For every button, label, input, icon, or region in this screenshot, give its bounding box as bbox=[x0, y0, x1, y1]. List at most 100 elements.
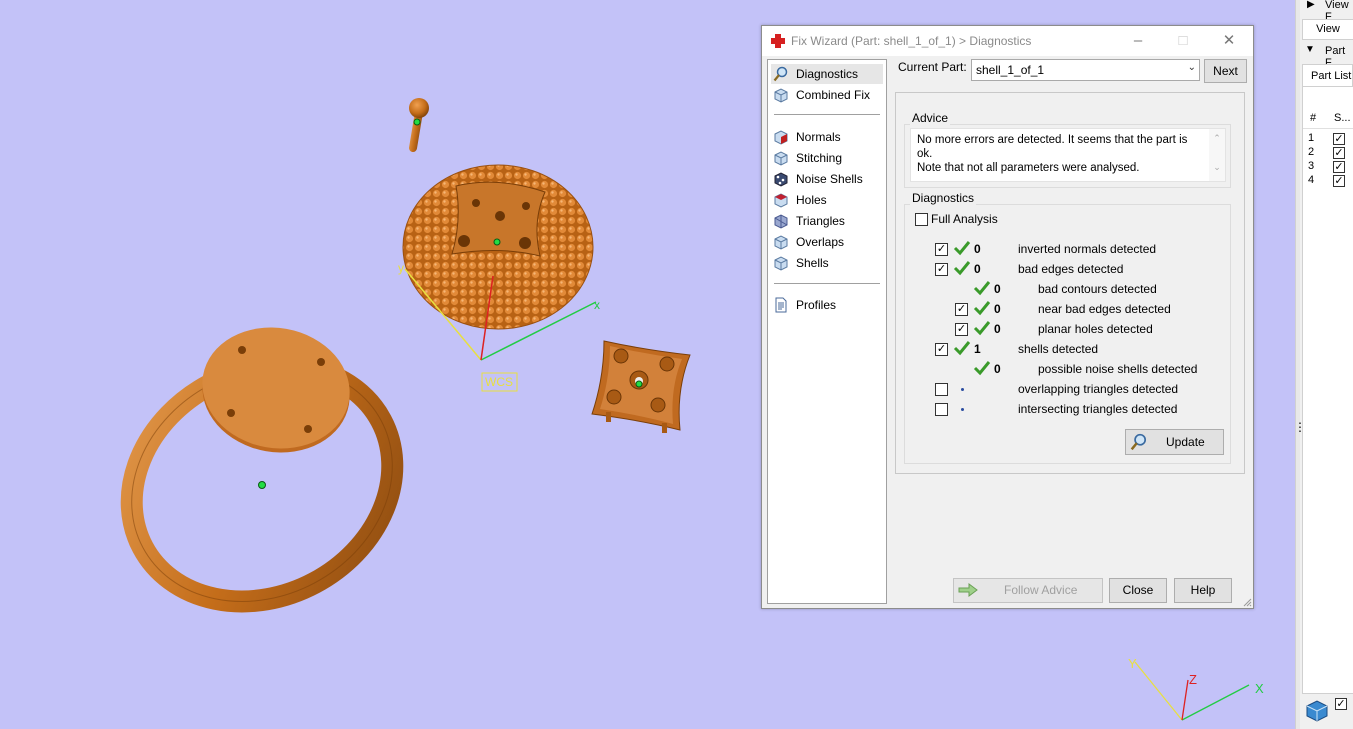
red-cross-icon bbox=[771, 34, 785, 48]
bad-contours-label: bad contours detected bbox=[1038, 282, 1157, 296]
resize-grip-icon[interactable] bbox=[1242, 597, 1252, 607]
nav-item-holes[interactable]: Holes bbox=[771, 190, 883, 210]
ring-centroid-marker bbox=[258, 481, 266, 489]
green-check-icon bbox=[973, 361, 991, 376]
inverted-normals-count: 0 bbox=[974, 242, 981, 256]
part-row-visible-checkbox[interactable]: ✓ bbox=[1333, 175, 1345, 187]
shells-count: 1 bbox=[974, 342, 981, 356]
tab-view[interactable]: View bbox=[1302, 19, 1353, 40]
inverted-normals-checkbox[interactable]: ✓ bbox=[935, 243, 948, 256]
part-list-table: # S... 1 ✓ 2 ✓ 3 ✓ 4 ✓ bbox=[1302, 86, 1353, 694]
current-part-select[interactable]: shell_1_of_1 ⌄ bbox=[971, 59, 1200, 81]
corner-y-label: Y bbox=[1128, 656, 1137, 671]
corner-x-label: X bbox=[1255, 681, 1264, 696]
shells-checkbox[interactable]: ✓ bbox=[935, 343, 948, 356]
current-part-value: shell_1_of_1 bbox=[976, 63, 1045, 77]
triangles-icon bbox=[774, 214, 788, 229]
corner-axes: X Y Z bbox=[1128, 656, 1264, 721]
pin-part[interactable] bbox=[409, 98, 429, 152]
nav-item-normals[interactable]: Normals bbox=[771, 127, 883, 147]
col-header-number[interactable]: # bbox=[1310, 112, 1316, 124]
nav-item-triangles[interactable]: Triangles bbox=[771, 211, 883, 231]
part-row-visible-checkbox[interactable]: ✓ bbox=[1333, 133, 1345, 145]
intersecting-triangles-label: intersecting triangles detected bbox=[1018, 402, 1178, 416]
part-section-header[interactable]: ▼ Part F bbox=[1303, 44, 1353, 69]
full-analysis-checkbox[interactable] bbox=[915, 213, 928, 226]
dialog-title: Fix Wizard (Part: shell_1_of_1) > Diagno… bbox=[791, 34, 1032, 48]
tab-part-list[interactable]: Part List bbox=[1302, 64, 1353, 86]
bad-edges-label: bad edges detected bbox=[1018, 262, 1124, 276]
wcs-label: WCS bbox=[485, 375, 513, 389]
advice-line-1: No more errors are detected. It seems th… bbox=[917, 134, 1188, 160]
noise-shells-icon bbox=[774, 172, 788, 187]
bad-contours-count: 0 bbox=[994, 282, 1001, 296]
pending-dot-icon bbox=[961, 408, 964, 411]
green-check-icon bbox=[973, 281, 991, 296]
overlaps-cube-icon bbox=[774, 235, 788, 250]
triangle-down-icon: ▼ bbox=[1305, 44, 1315, 55]
diagnostics-title: Diagnostics bbox=[910, 191, 977, 205]
overlapping-triangles-label: overlapping triangles detected bbox=[1018, 382, 1179, 396]
stitching-cube-icon bbox=[774, 151, 788, 166]
help-button[interactable]: Help bbox=[1174, 578, 1232, 603]
advice-textbox: No more errors are detected. It seems th… bbox=[910, 128, 1226, 182]
part-row-number: 3 bbox=[1308, 160, 1315, 172]
nav-item-noise-shells[interactable]: Noise Shells bbox=[771, 169, 883, 189]
green-check-icon bbox=[973, 301, 991, 316]
follow-advice-button[interactable]: Follow Advice bbox=[953, 578, 1103, 603]
triangle-right-icon: ▶ bbox=[1307, 0, 1315, 10]
document-icon bbox=[775, 297, 787, 313]
nav-item-profiles[interactable]: Profiles bbox=[771, 295, 883, 315]
minimize-button[interactable]: – bbox=[1124, 30, 1152, 52]
bad-edges-checkbox[interactable]: ✓ bbox=[935, 263, 948, 276]
overlapping-triangles-checkbox[interactable] bbox=[935, 383, 948, 396]
show-all-checkbox[interactable]: ✓ bbox=[1335, 698, 1347, 710]
bad-edges-count: 0 bbox=[974, 262, 981, 276]
planar-holes-count: 0 bbox=[994, 322, 1001, 336]
next-button[interactable]: Next bbox=[1204, 59, 1247, 83]
nav-item-diagnostics[interactable]: Diagnostics bbox=[771, 64, 883, 84]
part-row-number: 2 bbox=[1308, 146, 1315, 158]
right-side-panel: ⋮ ▶ View F View ▼ Part F Part List # S..… bbox=[1294, 0, 1353, 729]
intersecting-triangles-checkbox[interactable] bbox=[935, 403, 948, 416]
update-button[interactable]: Update bbox=[1125, 429, 1224, 455]
part-row-visible-checkbox[interactable]: ✓ bbox=[1333, 161, 1345, 173]
arrow-right-icon bbox=[958, 583, 978, 597]
inverted-normals-label: inverted normals detected bbox=[1018, 242, 1157, 256]
view-section-header[interactable]: ▶ View F bbox=[1303, 0, 1353, 23]
fix-nav-list: Diagnostics Combined Fix Normals Stitchi… bbox=[767, 59, 887, 604]
near-bad-edges-count: 0 bbox=[994, 302, 1001, 316]
magnifier-icon bbox=[1130, 433, 1147, 451]
chevron-down-icon: ⌄ bbox=[1187, 62, 1196, 73]
wcs-x-label: x bbox=[594, 298, 600, 312]
col-header-s[interactable]: S... bbox=[1334, 112, 1351, 124]
shells-label: shells detected bbox=[1018, 342, 1099, 356]
ring-plate-part[interactable] bbox=[193, 316, 360, 464]
holes-cube-icon bbox=[774, 193, 788, 208]
green-check-icon bbox=[953, 341, 971, 356]
noise-shells-count: 0 bbox=[994, 362, 1001, 376]
noise-shells-label: possible noise shells detected bbox=[1038, 362, 1198, 376]
nav-item-combined-fix[interactable]: Combined Fix bbox=[771, 85, 883, 105]
advice-scrollbar[interactable]: ⌃ ⌄ bbox=[1209, 129, 1225, 181]
close-window-button[interactable]: ✕ bbox=[1215, 30, 1243, 52]
dialog-titlebar[interactable]: Fix Wizard (Part: shell_1_of_1) > Diagno… bbox=[762, 26, 1253, 56]
beaded-dome-part[interactable] bbox=[402, 164, 594, 330]
near-bad-edges-label: near bad edges detected bbox=[1038, 302, 1171, 316]
close-button[interactable]: Close bbox=[1109, 578, 1167, 603]
panel-splitter[interactable] bbox=[1295, 0, 1300, 729]
nav-item-shells[interactable]: Shells bbox=[771, 253, 883, 273]
part-row-visible-checkbox[interactable]: ✓ bbox=[1333, 147, 1345, 159]
corner-z-label: Z bbox=[1189, 672, 1197, 687]
wcs-y-label: y bbox=[398, 261, 404, 275]
nav-item-stitching[interactable]: Stitching bbox=[771, 148, 883, 168]
near-bad-edges-checkbox[interactable]: ✓ bbox=[955, 303, 968, 316]
planar-holes-checkbox[interactable]: ✓ bbox=[955, 323, 968, 336]
nav-item-overlaps[interactable]: Overlaps bbox=[771, 232, 883, 252]
square-charm-part[interactable] bbox=[591, 340, 691, 433]
green-check-icon bbox=[953, 241, 971, 256]
shells-cube-icon bbox=[774, 256, 788, 271]
part-row-number: 4 bbox=[1308, 174, 1315, 186]
maximize-button[interactable]: □ bbox=[1169, 30, 1197, 52]
parts-cube-icon[interactable] bbox=[1305, 698, 1329, 722]
